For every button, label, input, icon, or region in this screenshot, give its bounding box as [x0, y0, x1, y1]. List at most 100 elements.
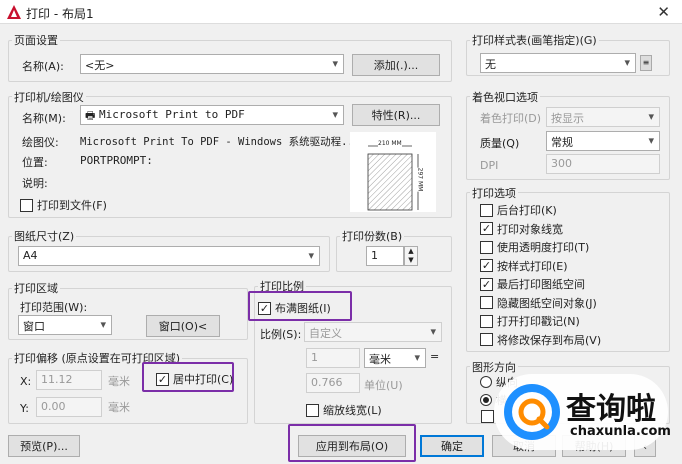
- ok-button[interactable]: 确定: [420, 435, 484, 457]
- offset-x-input[interactable]: 11.12: [36, 370, 102, 390]
- watermark-url: chaxunla.com: [570, 424, 671, 439]
- option-checkbox[interactable]: ✓: [480, 259, 493, 273]
- plotter-properties-button[interactable]: 特性(R)...: [352, 104, 440, 126]
- plotter-name-select[interactable]: 🖶 Microsoft Print to PDF: [80, 105, 344, 125]
- shade-plot-label: 着色打印(D): [480, 112, 542, 125]
- option-label: 将修改保存到布局(V): [497, 333, 602, 347]
- plotter-value: Microsoft Print To PDF - Windows 系统驱动程..…: [80, 136, 361, 148]
- option-transparency[interactable]: 使用透明度打印(T): [480, 238, 601, 257]
- option-checkbox[interactable]: [480, 333, 493, 347]
- scale-lineweights-label: 缩放线宽(L): [323, 404, 382, 417]
- description-label: 说明:: [22, 177, 48, 190]
- option-checkbox[interactable]: ✓: [480, 222, 493, 236]
- option-checkbox[interactable]: [480, 314, 493, 328]
- option-plot-styles[interactable]: ✓ 按样式打印(E): [480, 257, 601, 276]
- copies-group-label: 打印份数(B): [340, 228, 405, 244]
- paper-size-group-label: 图纸尺寸(Z): [12, 228, 77, 244]
- print-to-file-box[interactable]: [20, 198, 33, 212]
- plot-style-select[interactable]: 无: [480, 53, 636, 73]
- plotter-name-value: Microsoft Print to PDF: [99, 108, 245, 121]
- copies-spinner[interactable]: ▲ ▼: [404, 246, 418, 266]
- search-logo-icon: [504, 384, 560, 440]
- scale-lineweights-box[interactable]: [306, 403, 319, 417]
- plot-options-group-label: 打印选项: [470, 185, 518, 201]
- option-label: 打印对象线宽: [497, 222, 563, 236]
- option-checkbox[interactable]: [480, 240, 493, 254]
- quality-select[interactable]: 常规: [546, 131, 660, 151]
- option-label: 后台打印(K): [497, 204, 557, 218]
- option-label: 隐藏图纸空间对象(J): [497, 296, 597, 310]
- offset-y-label: Y:: [20, 402, 29, 415]
- page-setup-name-select[interactable]: <无>: [80, 54, 344, 74]
- option-hide-objects[interactable]: 隐藏图纸空间对象(J): [480, 294, 601, 313]
- apply-to-layout-button[interactable]: 应用到布局(O): [298, 435, 406, 457]
- landscape-radio-dot[interactable]: [480, 394, 492, 406]
- watermark-brand: 查询啦: [566, 392, 656, 427]
- option-label: 打开打印戳记(N): [497, 315, 580, 329]
- plotter-label: 绘图仪:: [22, 136, 59, 149]
- option-checkbox[interactable]: ✓: [480, 277, 493, 291]
- preview-button[interactable]: 预览(P)...: [8, 435, 80, 457]
- option-plot-stamp[interactable]: 打开打印戳记(N): [480, 312, 601, 331]
- dpi-label: DPI: [480, 159, 499, 172]
- location-value: PORTPROMPT:: [80, 154, 153, 167]
- scale-select[interactable]: 自定义: [304, 322, 442, 342]
- scale-denominator-input[interactable]: 0.766: [306, 373, 360, 393]
- add-page-setup-button[interactable]: 添加(.)...: [352, 54, 440, 76]
- option-label: 最后打印图纸空间: [497, 278, 585, 292]
- shade-plot-select[interactable]: 按显示: [546, 107, 660, 127]
- offset-x-label: X:: [20, 375, 32, 388]
- offset-x-unit: 毫米: [108, 375, 130, 388]
- quality-label: 质量(Q): [480, 137, 520, 150]
- scale-unit-label: 单位(U): [364, 379, 403, 392]
- plotter-group-label: 打印机/绘图仪: [12, 89, 86, 105]
- shaded-viewport-group-label: 着色视口选项: [470, 89, 540, 105]
- preview-width-label: 210 MM: [378, 140, 402, 147]
- window-button[interactable]: 窗口(O)<: [146, 315, 220, 337]
- page-setup-group-label: 页面设置: [12, 32, 60, 48]
- autocad-app-icon: [7, 5, 21, 19]
- orientation-group-label: 图形方向: [470, 359, 518, 375]
- offset-y-input[interactable]: 0.00: [36, 397, 102, 417]
- printer-icon: 🖶: [85, 109, 96, 122]
- option-label: 使用透明度打印(T): [497, 241, 590, 255]
- plot-area-group-label: 打印区域: [12, 280, 60, 296]
- fit-to-paper-label: 布满图纸(I): [275, 302, 331, 315]
- watermark: 查询啦 chaxunla.com: [494, 374, 671, 450]
- scale-unit-select[interactable]: 毫米: [364, 348, 426, 368]
- option-background-plot[interactable]: 后台打印(K): [480, 201, 601, 220]
- center-plot-checkbox[interactable]: ✓ 居中打印(C): [156, 371, 233, 387]
- center-plot-label: 居中打印(C): [173, 373, 234, 386]
- option-checkbox[interactable]: [480, 296, 493, 310]
- option-paperspace-last[interactable]: ✓ 最后打印图纸空间: [480, 275, 601, 294]
- option-label: 按样式打印(E): [497, 259, 568, 273]
- upside-down-checkbox[interactable]: [481, 410, 494, 423]
- paper-preview: 210 MM 297 MM: [350, 132, 436, 212]
- scale-label: 比例(S):: [260, 328, 302, 341]
- print-to-file-checkbox[interactable]: 打印到文件(F): [20, 197, 107, 213]
- page-setup-name-label: 名称(A):: [22, 60, 64, 73]
- edit-style-icon[interactable]: ≡: [640, 55, 652, 71]
- option-plot-lineweights[interactable]: ✓ 打印对象线宽: [480, 220, 601, 239]
- fit-to-paper-checkbox[interactable]: ✓ 布满图纸(I): [258, 300, 331, 316]
- close-icon[interactable]: ✕: [657, 3, 670, 21]
- fit-to-paper-box[interactable]: ✓: [258, 301, 271, 315]
- dpi-input[interactable]: 300: [546, 154, 660, 174]
- option-save-to-layout[interactable]: 将修改保存到布局(V): [480, 331, 601, 350]
- option-checkbox[interactable]: [480, 203, 493, 217]
- plot-options-list: 后台打印(K) ✓ 打印对象线宽 使用透明度打印(T) ✓ 按样式打印(E) ✓ 最后…: [480, 201, 601, 349]
- preview-height-label: 297 MM: [416, 167, 424, 192]
- plotter-name-label: 名称(M):: [22, 112, 66, 125]
- location-label: 位置:: [22, 156, 48, 169]
- plot-range-label: 打印范围(W):: [20, 301, 88, 314]
- plot-range-select[interactable]: 窗口: [18, 315, 112, 335]
- paper-size-select[interactable]: A4: [18, 246, 320, 266]
- print-to-file-label: 打印到文件(F): [37, 199, 107, 212]
- scale-numerator-input[interactable]: 1: [306, 348, 360, 368]
- plot-style-group-label: 打印样式表(画笔指定)(G): [470, 32, 599, 48]
- title-bar: 打印 - 布局1 ✕: [0, 0, 682, 24]
- center-plot-box[interactable]: ✓: [156, 372, 169, 386]
- portrait-radio-dot[interactable]: [480, 376, 492, 388]
- copies-input[interactable]: 1: [366, 246, 404, 266]
- scale-lineweights-checkbox[interactable]: 缩放线宽(L): [306, 402, 382, 418]
